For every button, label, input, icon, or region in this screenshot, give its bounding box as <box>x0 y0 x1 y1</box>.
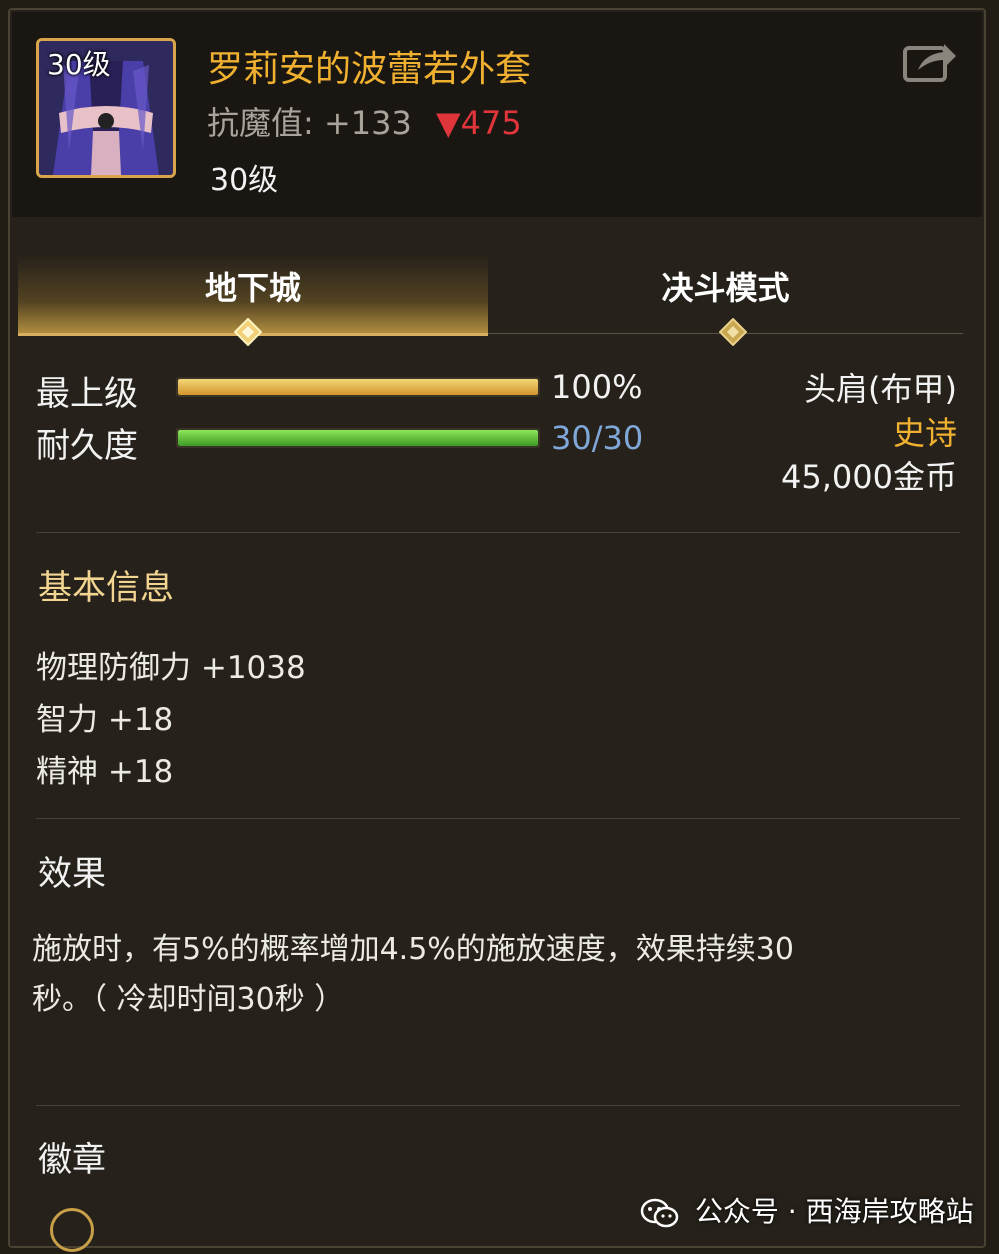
share-export-icon[interactable] <box>902 40 958 84</box>
divider <box>36 1105 960 1106</box>
equip-slot: 头肩(布甲) <box>804 370 957 408</box>
watermark: 公众号 · 西海岸攻略站 <box>640 1190 974 1230</box>
grade-bar <box>176 377 540 397</box>
durability-value: 30/30 <box>551 419 644 457</box>
attr-int: 智力 +18 <box>36 702 174 738</box>
icon-level-label: 30级 <box>47 48 111 81</box>
tab-indicator-icon <box>234 318 262 346</box>
sell-price: 45,000金币 <box>781 458 957 496</box>
item-icon: 30级 <box>36 38 176 178</box>
stat-label: 抗魔值: <box>207 104 314 142</box>
durability-bar <box>176 428 540 448</box>
grade-label: 最上级 <box>36 374 138 414</box>
grade-value: 100% <box>551 368 643 406</box>
rarity-badge: 史诗 <box>892 414 957 452</box>
attr-phys-def: 物理防御力 +1038 <box>36 650 306 686</box>
stat-diff: ▼475 <box>436 104 522 142</box>
required-level: 30级 <box>210 163 279 198</box>
divider <box>36 818 960 819</box>
watermark-text: 公众号 · 西海岸攻略站 <box>694 1195 974 1228</box>
durability-label: 耐久度 <box>36 426 138 466</box>
stat-value: +133 <box>323 104 412 142</box>
mode-tabs: 地下城 决斗模式 <box>18 255 963 336</box>
grade-bar-fill <box>178 379 538 395</box>
durability-bar-fill <box>178 430 538 446</box>
magic-resist-stat: 抗魔值: +133 ▼475 <box>207 98 522 144</box>
effect-line-2: 秒。（ 冷却时间30秒 ） <box>32 982 345 1017</box>
basic-info-title: 基本信息 <box>38 568 174 608</box>
badge-title: 徽章 <box>38 1140 106 1180</box>
effect-line-1: 施放时，有5%的概率增加4.5%的施放速度，效果持续30 <box>32 932 794 967</box>
attr-spirit: 精神 +18 <box>36 754 174 790</box>
effect-description: 施放时，有5%的概率增加4.5%的施放速度，效果持续30 秒。（ 冷却时间30秒… <box>32 925 932 1025</box>
badge-slot-icon[interactable] <box>50 1208 94 1252</box>
divider <box>36 532 960 533</box>
effect-title: 效果 <box>38 854 106 894</box>
item-name: 罗莉安的波蕾若外套 <box>207 49 532 90</box>
wechat-icon <box>640 1198 679 1228</box>
tab-indicator-icon <box>719 318 747 346</box>
